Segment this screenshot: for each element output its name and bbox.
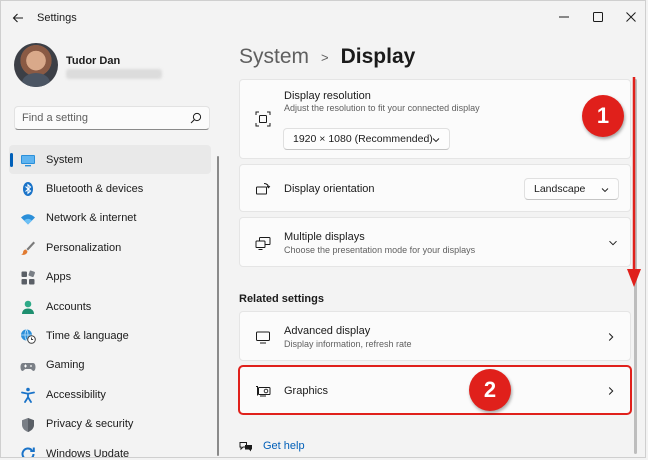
sidebar-item-time-language[interactable]: Time & language [9,321,211,350]
profile-email-redacted [66,69,162,79]
search-icon[interactable] [190,112,202,124]
accessibility-icon [20,387,36,404]
back-arrow-icon [12,13,23,23]
chevron-down-icon [609,240,617,246]
orientation-value: Landscape [534,183,586,195]
sidebar-item-network[interactable]: Network & internet [9,204,211,233]
related-settings-heading: Related settings [239,293,324,305]
multiple-displays-card[interactable]: Multiple displays Choose the presentatio… [239,217,631,267]
sidebar-item-gaming[interactable]: Gaming [9,351,211,380]
sidebar-item-label: Time & language [46,330,129,343]
breadcrumb-separator: > [321,49,329,65]
shield-icon [20,417,36,433]
display-orientation-card: Display orientation Landscape [239,164,631,212]
scroll-down-arrow-annotation [627,77,641,287]
breadcrumb: System > Display [239,45,415,69]
search-input[interactable] [22,111,182,125]
graphics-highlight-annotation [238,365,632,415]
title-bar: Settings [1,1,645,35]
card-title: Display orientation [284,183,375,195]
sidebar-item-label: System [46,153,83,166]
close-icon [626,12,636,22]
maximize-button[interactable] [581,5,615,29]
sidebar-item-bluetooth[interactable]: Bluetooth & devices [9,174,211,203]
chevron-down-icon [432,138,440,143]
resolution-dropdown[interactable]: 1920 × 1080 (Recommended) [283,128,450,150]
sidebar-item-label: Privacy & security [46,418,134,431]
brush-icon [20,240,36,256]
card-subtitle: Display information, refresh rate [284,339,412,349]
get-help-link[interactable]: Get help [239,439,305,453]
sidebar-item-apps[interactable]: Apps [9,263,211,292]
clock-globe-icon [20,328,36,345]
sidebar-scrollbar[interactable] [217,156,219,456]
profile-name: Tudor Dan [66,55,121,67]
step-2-badge: 2 [469,369,511,411]
update-icon [20,446,36,457]
sidebar-item-system[interactable]: System [9,145,211,175]
back-button[interactable] [9,9,27,27]
orientation-icon [254,180,272,198]
card-title: Advanced display [284,325,371,337]
avatar[interactable] [14,43,58,87]
breadcrumb-parent[interactable]: System [239,45,309,69]
sidebar-item-personalization[interactable]: Personalization [9,233,211,262]
step-1-badge: 1 [582,95,624,137]
sidebar-item-label: Apps [46,271,72,284]
settings-window: Settings Tudor Dan System Bluetoot [0,0,646,458]
sidebar-nav: System Bluetooth & devices Network & int… [9,145,211,458]
sidebar-item-label: Accessibility [46,388,106,401]
page-title: Display [340,45,416,68]
multiple-displays-icon [254,234,272,252]
sidebar-item-label: Network & internet [46,212,137,225]
maximize-icon [593,12,603,22]
card-subtitle: Choose the presentation mode for your di… [284,245,476,255]
sidebar-item-label: Personalization [46,241,122,254]
minimize-button[interactable] [547,5,581,29]
sidebar-item-label: Gaming [46,359,85,372]
resolution-icon [254,110,272,128]
chevron-down-icon [601,188,609,193]
apps-icon [20,270,36,286]
card-subtitle: Adjust the resolution to fit your connec… [284,103,480,113]
sidebar-item-label: Accounts [46,300,92,313]
search-box[interactable] [14,106,210,130]
sidebar-item-accounts[interactable]: Accounts [9,292,211,321]
card-title: Display resolution [284,90,371,102]
help-chat-icon [239,442,252,452]
sidebar-item-accessibility[interactable]: Accessibility [9,380,211,409]
advanced-display-card[interactable]: Advanced display Display information, re… [239,311,631,361]
close-button[interactable] [614,5,645,29]
card-title: Multiple displays [284,231,365,243]
display-resolution-card: Display resolution Adjust the resolution… [239,79,631,159]
window-title: Settings [37,12,77,24]
chevron-right-icon [608,333,614,341]
wifi-icon [20,211,36,227]
minimize-icon [559,16,569,18]
sidebar-item-label: Windows Update [46,447,130,458]
sidebar-item-privacy-security[interactable]: Privacy & security [9,410,211,439]
resolution-value: 1920 × 1080 (Recommended) [293,133,433,145]
sidebar-item-windows-update[interactable]: Windows Update [9,439,211,458]
gamepad-icon [20,358,36,374]
get-help-label: Get help [263,440,305,452]
person-icon [20,299,36,315]
bluetooth-icon [20,181,36,197]
sidebar-item-label: Bluetooth & devices [46,183,144,196]
orientation-dropdown[interactable]: Landscape [524,178,619,200]
monitor-icon [20,152,36,168]
monitor-outline-icon [254,328,272,346]
